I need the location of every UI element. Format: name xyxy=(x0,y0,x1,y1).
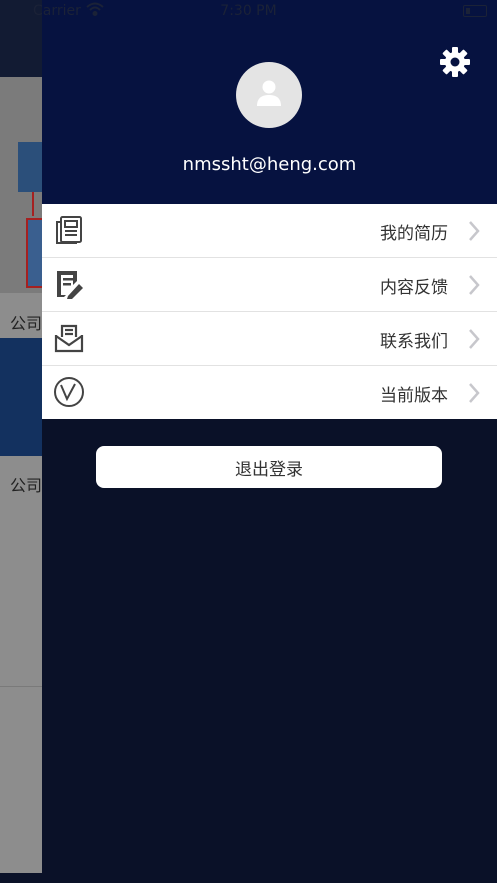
status-time: 7:30 PM xyxy=(220,3,277,19)
drawer-header: nmssht@heng.com xyxy=(42,0,497,204)
user-email: nmssht@heng.com xyxy=(182,154,357,175)
drawer-menu: 我的简历 内容反馈 联系我们 当前版本 xyxy=(42,204,497,419)
background-company-label: 公司 xyxy=(10,314,43,333)
menu-item-contact[interactable]: 联系我们 xyxy=(42,312,497,366)
feedback-edit-icon xyxy=(53,268,85,300)
user-avatar-icon xyxy=(254,78,284,112)
avatar[interactable] xyxy=(236,62,302,128)
side-drawer: nmssht@heng.com 我的简历 内容反馈 联系我们 当前版本 退出登录 xyxy=(42,0,497,883)
menu-item-version[interactable]: 当前版本 xyxy=(42,366,497,419)
menu-item-feedback[interactable]: 内容反馈 xyxy=(42,258,497,312)
chevron-right-icon xyxy=(467,274,481,296)
resume-icon xyxy=(53,214,85,246)
logout-button[interactable]: 退出登录 xyxy=(96,446,442,488)
settings-button[interactable] xyxy=(439,46,471,82)
chevron-right-icon xyxy=(467,328,481,350)
battery-icon xyxy=(463,5,487,17)
background-company-label: 公司 xyxy=(10,476,43,495)
status-bar: Carrier 7:30 PM xyxy=(0,0,497,24)
contact-inbox-icon xyxy=(53,322,85,354)
gear-icon xyxy=(439,46,471,82)
version-icon xyxy=(53,376,85,408)
menu-item-label: 当前版本 xyxy=(380,386,448,406)
menu-item-label: 联系我们 xyxy=(380,332,448,352)
menu-item-label: 内容反馈 xyxy=(380,278,448,298)
background-product-image xyxy=(18,142,44,192)
menu-item-label: 我的简历 xyxy=(380,224,448,244)
menu-item-resume[interactable]: 我的简历 xyxy=(42,204,497,258)
chevron-right-icon xyxy=(467,220,481,242)
chevron-right-icon xyxy=(467,382,481,404)
screen: 公司 公司 nmssht@heng.com 我的简历 内容反馈 联系我们 当前版… xyxy=(0,0,497,883)
